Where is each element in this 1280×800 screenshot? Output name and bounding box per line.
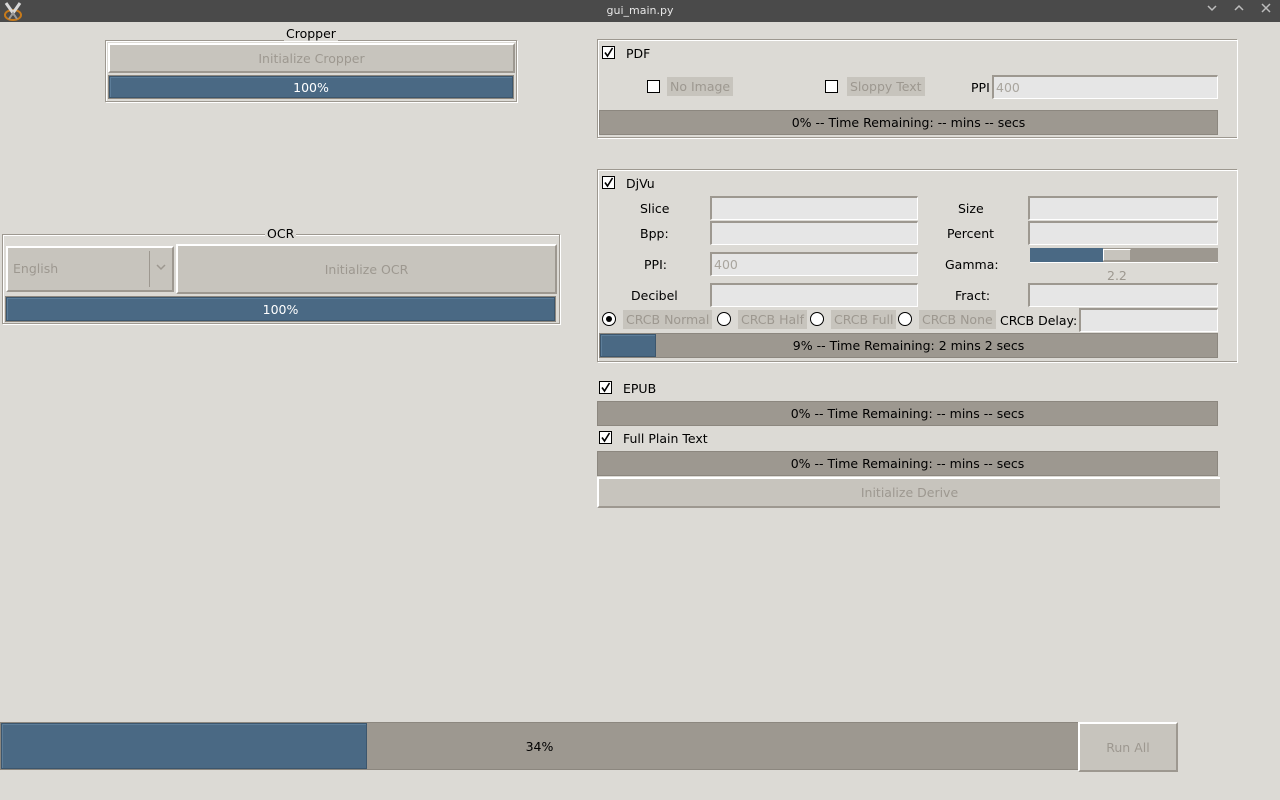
decibel-input[interactable] xyxy=(710,283,918,307)
gamma-label: Gamma: xyxy=(945,257,999,272)
crcb-delay-input[interactable] xyxy=(1079,308,1218,332)
minimize-icon xyxy=(1207,5,1217,12)
gamma-value: 2.2 xyxy=(1107,268,1127,283)
checkmark-icon xyxy=(604,177,614,188)
minimize-button[interactable] xyxy=(1203,2,1221,20)
djvu-ppi-input[interactable]: 400 xyxy=(710,252,918,276)
crcb-full-label: CRCB Full xyxy=(831,310,897,329)
pdf-ppi-input[interactable]: 400 xyxy=(992,75,1218,99)
djvu-progress-text: 9% -- Time Remaining: 2 mins 2 secs xyxy=(792,338,1025,353)
cropper-progress-text: 100% xyxy=(293,79,329,95)
overall-progress-text: 34% xyxy=(525,738,554,754)
crcb-none-radio[interactable] xyxy=(898,312,912,326)
cropper-group-label: Cropper xyxy=(284,26,338,41)
epub-checkbox[interactable] xyxy=(599,381,612,394)
djvu-progress-bar: 9% -- Time Remaining: 2 mins 2 secs xyxy=(599,333,1218,358)
crcb-delay-label: CRCB Delay: xyxy=(1000,313,1078,328)
initialize-ocr-button[interactable]: Initialize OCR xyxy=(176,244,557,294)
maximize-icon xyxy=(1234,4,1244,11)
chevron-down-icon xyxy=(156,264,166,271)
language-select[interactable]: English xyxy=(6,246,174,292)
pdf-ppi-label: PPI xyxy=(971,80,990,95)
ocr-group-label: OCR xyxy=(265,226,297,241)
djvu-ppi-label: PPI: xyxy=(644,257,667,272)
djvu-checkbox[interactable] xyxy=(602,176,615,189)
combo-separator xyxy=(149,251,150,287)
crcb-none-label: CRCB None xyxy=(919,310,996,329)
size-input[interactable] xyxy=(1028,196,1218,220)
gamma-slider-handle[interactable] xyxy=(1103,249,1132,261)
checkmark-icon xyxy=(601,432,611,443)
sloppy-text-checkbox[interactable] xyxy=(825,80,838,93)
crcb-full-radio[interactable] xyxy=(810,312,824,326)
djvu-label: DjVu xyxy=(626,176,655,191)
run-all-button[interactable]: Run All xyxy=(1078,722,1178,772)
cropper-progress-bar: 100% xyxy=(108,75,514,99)
pdf-label: PDF xyxy=(626,46,651,61)
initialize-cropper-button[interactable]: Initialize Cropper xyxy=(108,43,515,73)
slice-label: Slice xyxy=(640,201,670,216)
gamma-slider[interactable] xyxy=(1030,248,1218,263)
decibel-label: Decibel xyxy=(631,288,678,303)
no-image-checkbox[interactable] xyxy=(647,80,660,93)
title-bar: gui_main.py xyxy=(0,0,1280,22)
epub-progress-text: 0% -- Time Remaining: -- mins -- secs xyxy=(790,406,1025,421)
gamma-slider-fill xyxy=(1030,248,1104,262)
checkmark-icon xyxy=(601,382,611,393)
close-icon xyxy=(1261,3,1271,13)
fract-input[interactable] xyxy=(1028,283,1218,307)
full-plain-text-progress-text: 0% -- Time Remaining: -- mins -- secs xyxy=(790,456,1025,471)
pdf-progress-text: 0% -- Time Remaining: -- mins -- secs xyxy=(791,115,1026,130)
language-select-value: English xyxy=(13,261,59,276)
bpp-input[interactable] xyxy=(710,221,918,245)
percent-label: Percent xyxy=(947,226,995,241)
initialize-derive-button[interactable]: Initialize Derive xyxy=(597,477,1220,508)
close-button[interactable] xyxy=(1257,2,1275,20)
no-image-label: No Image xyxy=(667,77,734,96)
maximize-button[interactable] xyxy=(1230,2,1248,20)
crcb-half-radio[interactable] xyxy=(717,312,731,326)
full-plain-text-progress-bar: 0% -- Time Remaining: -- mins -- secs xyxy=(597,451,1218,476)
sloppy-text-label: Sloppy Text xyxy=(847,77,925,96)
slice-input[interactable] xyxy=(710,196,918,220)
full-plain-text-label: Full Plain Text xyxy=(623,431,708,446)
ocr-progress-bar: 100% xyxy=(5,296,556,322)
window-title: gui_main.py xyxy=(606,4,674,17)
epub-label: EPUB xyxy=(623,381,657,396)
crcb-half-label: CRCB Half xyxy=(738,310,808,329)
pdf-progress-bar: 0% -- Time Remaining: -- mins -- secs xyxy=(599,110,1218,135)
bpp-label: Bpp: xyxy=(640,226,669,241)
crcb-normal-radio[interactable] xyxy=(602,312,616,326)
checkmark-icon xyxy=(604,47,614,58)
ocr-progress-text: 100% xyxy=(262,301,299,317)
crcb-normal-label: CRCB Normal xyxy=(623,310,713,329)
epub-progress-bar: 0% -- Time Remaining: -- mins -- secs xyxy=(597,401,1218,426)
overall-progress-bar: 34% xyxy=(0,722,1079,770)
fract-label: Fract: xyxy=(955,288,991,303)
full-plain-text-checkbox[interactable] xyxy=(599,431,612,444)
pdf-checkbox[interactable] xyxy=(602,46,615,59)
radio-dot xyxy=(606,316,612,322)
size-label: Size xyxy=(958,201,984,216)
percent-input[interactable] xyxy=(1028,221,1218,245)
